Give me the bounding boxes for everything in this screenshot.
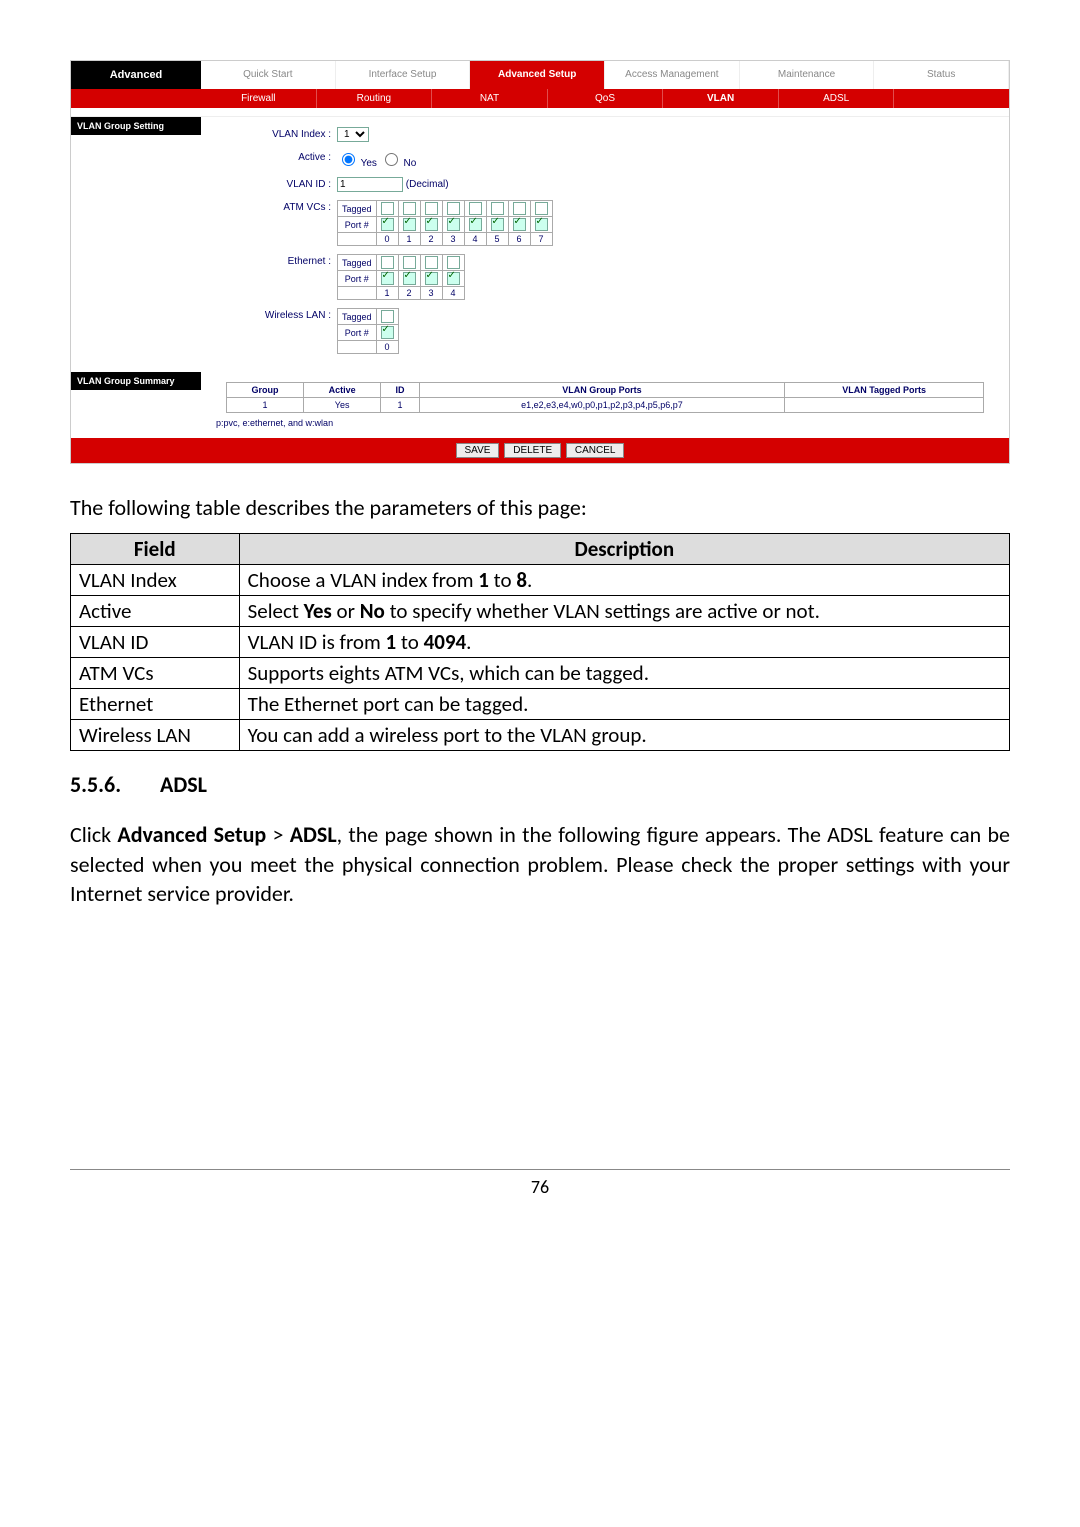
table-row: Active Select Yes or No to specify wheth… [71,596,1010,627]
atm-tagged-0[interactable] [381,202,394,215]
eth-port-table: Tagged Port # 1 [337,254,465,300]
tab-access-management[interactable]: Access Management [605,61,740,89]
atm-port-2[interactable] [425,218,438,231]
section-heading: 5.5.6.ADSL [70,771,1010,798]
sub-tabs-row: Firewall Routing NAT QoS VLAN ADSL [71,89,1009,108]
side-label: Advanced [71,61,201,89]
atm-tagged-7[interactable] [535,202,548,215]
subtab-routing[interactable]: Routing [317,89,433,108]
atm-port-5[interactable] [491,218,504,231]
subtab-nat[interactable]: NAT [432,89,548,108]
tab-quick-start[interactable]: Quick Start [201,61,336,89]
atm-port-4[interactable] [469,218,482,231]
wlan-label: Wireless LAN : [221,308,337,321]
delete-button[interactable]: DELETE [504,443,561,458]
cancel-button[interactable]: CANCEL [566,443,625,458]
table-row: ATM VCs Supports eights ATM VCs, which c… [71,658,1010,689]
vlan-index-label: VLAN Index : [221,127,337,140]
router-config-screenshot: Advanced Quick Start Interface Setup Adv… [70,60,1010,464]
atm-port-7[interactable] [535,218,548,231]
wlan-port-table: Tagged Port # 0 [337,308,399,354]
eth-tagged-4[interactable] [447,256,460,269]
table-row: VLAN ID VLAN ID is from 1 to 4094. [71,627,1010,658]
tab-advanced-setup[interactable]: Advanced Setup [470,61,605,89]
subtab-adsl[interactable]: ADSL [779,89,895,108]
col-description: Description [239,534,1009,565]
subtab-vlan[interactable]: VLAN [663,89,779,108]
active-no-radio[interactable] [385,153,398,166]
tab-maintenance[interactable]: Maintenance [740,61,875,89]
active-label: Active : [221,150,337,163]
atm-port-1[interactable] [403,218,416,231]
tab-status[interactable]: Status [874,61,1009,89]
section-header-vlan-setting: VLAN Group Setting [71,117,201,135]
intro-text: The following table describes the parame… [70,494,1010,521]
atm-port-6[interactable] [513,218,526,231]
atm-tagged-2[interactable] [425,202,438,215]
eth-port-4[interactable] [447,272,460,285]
decimal-hint: (Decimal) [406,179,449,190]
section-header-vlan-summary: VLAN Group Summary [71,372,201,390]
eth-tagged-2[interactable] [403,256,416,269]
atm-port-0[interactable] [381,218,394,231]
ethernet-label: Ethernet : [221,254,337,267]
active-yes-radio[interactable] [342,153,355,166]
table-row: 1 Yes 1 e1,e2,e3,e4,w0,p0,p1,p2,p3,p4,p5… [226,398,983,413]
body-paragraph: Click Advanced Setup > ADSL, the page sh… [70,820,1010,909]
main-tabs-row: Advanced Quick Start Interface Setup Adv… [71,61,1009,89]
table-row: Ethernet The Ethernet port can be tagged… [71,689,1010,720]
summary-table: Group Active ID VLAN Group Ports VLAN Ta… [226,382,984,413]
atm-port-3[interactable] [447,218,460,231]
subtab-qos[interactable]: QoS [548,89,664,108]
col-field: Field [71,534,240,565]
atm-tagged-1[interactable] [403,202,416,215]
wlan-port-0[interactable] [381,326,394,339]
atm-tagged-4[interactable] [469,202,482,215]
eth-port-3[interactable] [425,272,438,285]
legend-text: p:pvc, e:ethernet, and w:wlan [216,418,1004,428]
button-bar: SAVE DELETE CANCEL [71,438,1009,463]
vlan-id-label: VLAN ID : [221,177,337,190]
save-button[interactable]: SAVE [456,443,500,458]
eth-tagged-3[interactable] [425,256,438,269]
atm-vcs-label: ATM VCs : [221,200,337,213]
eth-port-2[interactable] [403,272,416,285]
eth-tagged-1[interactable] [381,256,394,269]
vlan-index-select[interactable]: 1 [337,127,369,142]
atm-tagged-6[interactable] [513,202,526,215]
vlan-group-summary-section: VLAN Group Summary Group Active ID VLAN … [71,372,1009,438]
subtab-firewall[interactable]: Firewall [201,89,317,108]
atm-port-table: Tagged Port # [337,200,553,246]
eth-port-1[interactable] [381,272,394,285]
atm-tagged-5[interactable] [491,202,504,215]
tab-interface-setup[interactable]: Interface Setup [336,61,471,89]
wlan-tagged-0[interactable] [381,310,394,323]
vlan-id-input[interactable] [337,177,403,192]
page-number: 76 [70,1169,1010,1198]
table-row: Wireless LAN You can add a wireless port… [71,720,1010,751]
atm-tagged-3[interactable] [447,202,460,215]
parameters-table: Field Description VLAN Index Choose a VL… [70,533,1010,751]
table-row: VLAN Index Choose a VLAN index from 1 to… [71,565,1010,596]
vlan-group-setting-section: VLAN Group Setting VLAN Index : 1 Active… [71,117,1009,372]
